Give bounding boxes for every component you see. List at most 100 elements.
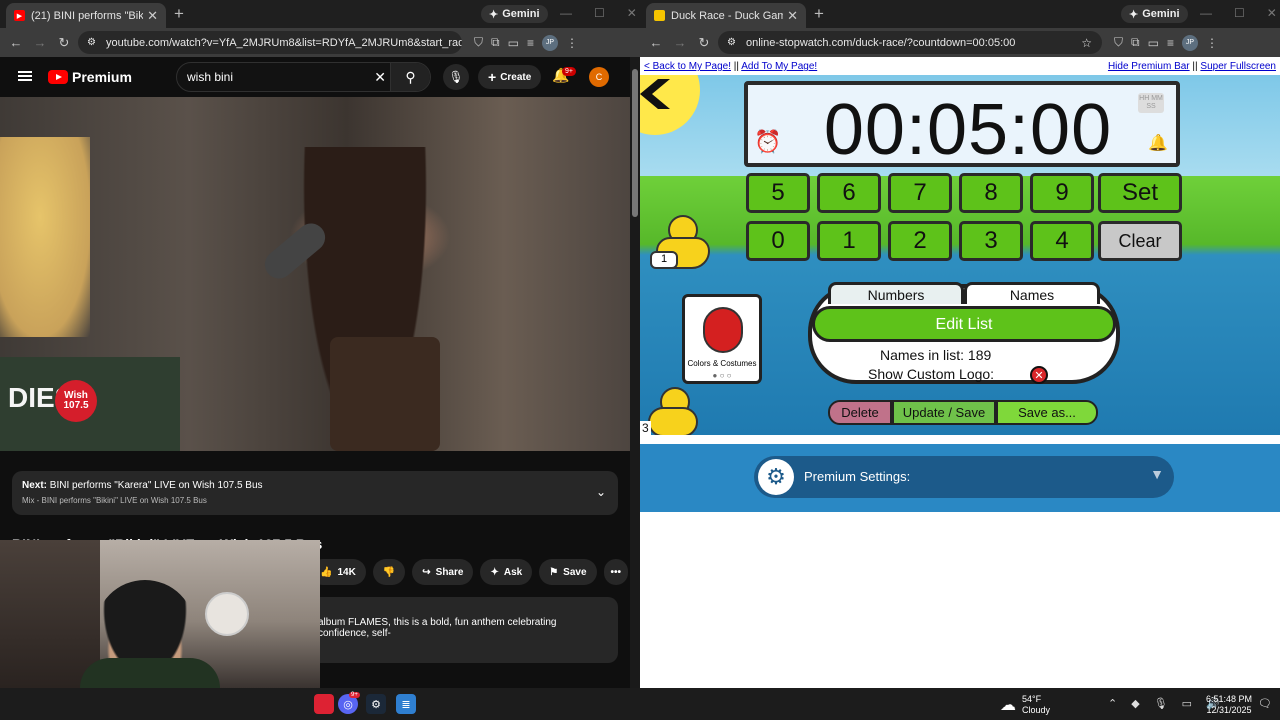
weather-widget[interactable]: ☁ 54°F Cloudy [1000, 694, 1050, 716]
more-actions-button[interactable]: ••• [603, 559, 629, 585]
more-icon[interactable]: ⋮ [566, 36, 578, 50]
alarm-clock-icon[interactable]: ⏰ [754, 129, 781, 155]
extensions-icon[interactable]: ⧉ [1131, 35, 1140, 50]
shield-icon[interactable]: ⛉ [1114, 35, 1123, 50]
clear-button[interactable]: Clear [1098, 221, 1182, 261]
up-next-bar[interactable]: Next: BINI performs "Karera" LIVE on Wis… [12, 471, 618, 515]
microphone-icon[interactable]: 🎙 [1154, 697, 1168, 710]
new-tab-icon[interactable]: + [174, 4, 184, 24]
back-to-my-page-link[interactable]: < Back to My Page! [644, 61, 731, 72]
create-button[interactable]: + Create [478, 65, 542, 89]
steam-icon[interactable]: ⚙ [366, 694, 386, 714]
network-app-icon[interactable]: ◆ [1131, 697, 1139, 710]
video-player[interactable]: DIES Wish 107.5 [0, 97, 630, 451]
close-window-icon[interactable]: ✕ [627, 6, 637, 20]
maximize-icon[interactable]: ☐ [594, 6, 605, 20]
tab-duck-race[interactable]: Duck Race - Duck Games ✕ [646, 3, 806, 28]
forward-icon[interactable]: → [668, 35, 692, 50]
youtube-logo[interactable]: Premium [48, 69, 132, 85]
account-avatar[interactable]: C [589, 67, 609, 87]
premium-settings-bar[interactable]: ⚙ Premium Settings: ▼ [754, 456, 1174, 498]
gemini-button[interactable]: ✦ Gemini [1121, 5, 1188, 23]
reload-icon[interactable]: ↻ [692, 35, 716, 51]
key-2-button[interactable]: 2 [888, 221, 952, 261]
close-window-icon[interactable]: ✕ [1267, 6, 1277, 20]
microphone-icon[interactable]: 🎙 [443, 64, 469, 90]
carousel-dots[interactable]: ● ○ ○ [685, 371, 759, 380]
hide-premium-bar-link[interactable]: Hide Premium Bar [1108, 61, 1190, 72]
tab-numbers[interactable]: Numbers [828, 282, 964, 304]
extensions-icon[interactable]: ⧉ [491, 35, 500, 50]
notepad-icon[interactable]: ≣ [396, 694, 416, 714]
save-label: Save [563, 566, 587, 578]
minimize-icon[interactable]: — [1200, 6, 1212, 20]
key-0-button[interactable]: 0 [746, 221, 810, 261]
save-button[interactable]: ⚑ Save [539, 559, 597, 585]
time-format-toggle[interactable]: HH MM SS [1138, 93, 1164, 113]
super-fullscreen-link[interactable]: Super Fullscreen [1200, 61, 1276, 72]
search-input[interactable]: wish bini ✕ ⚲ [176, 62, 431, 92]
split-view-icon[interactable]: ▭ [508, 36, 519, 50]
key-9-button[interactable]: 9 [1030, 173, 1094, 213]
gemini-button[interactable]: ✦ Gemini [481, 5, 548, 23]
custom-logo-card[interactable]: Colors & Costumes ● ○ ○ [682, 294, 762, 384]
notification-icon[interactable]: 🗨 [1258, 697, 1272, 710]
key-3-button[interactable]: 3 [959, 221, 1023, 261]
dislike-button[interactable]: 👎 [372, 559, 406, 585]
new-tab-icon[interactable]: + [814, 4, 824, 24]
set-button[interactable]: Set [1098, 173, 1182, 213]
reload-icon[interactable]: ↻ [52, 35, 76, 51]
maximize-icon[interactable]: ☐ [1234, 6, 1245, 20]
site-info-icon[interactable]: ⚙ [727, 37, 736, 48]
menu-lines-icon[interactable]: ≡ [527, 36, 534, 50]
shield-icon[interactable]: ⛉ [474, 35, 483, 50]
tab-youtube[interactable]: ▶ (21) BINI performs "Bikini" | ✕ [6, 3, 166, 28]
minimize-icon[interactable]: — [560, 6, 572, 20]
menu-lines-icon[interactable]: ≡ [1167, 36, 1174, 50]
bookmark-star-icon[interactable]: ☆ [1081, 36, 1092, 50]
search-icon[interactable]: ⚲ [390, 63, 430, 91]
edit-list-button[interactable]: Edit List [812, 306, 1116, 342]
save-as-button[interactable]: Save as... [996, 400, 1098, 425]
key-7-button[interactable]: 7 [888, 173, 952, 213]
display-icon[interactable]: ▭ [1182, 697, 1192, 710]
chevron-down-icon[interactable]: ▼ [1150, 466, 1164, 482]
premium-settings-section: ⚙ Premium Settings: ▼ [640, 444, 1280, 512]
more-icon[interactable]: ⋮ [1206, 36, 1218, 50]
key-1-button[interactable]: 1 [817, 221, 881, 261]
update-save-button[interactable]: Update / Save [892, 400, 996, 425]
profile-avatar[interactable]: JP [541, 34, 558, 51]
page-scrollbar[interactable] [630, 57, 640, 688]
scrollbar-thumb[interactable] [632, 69, 638, 217]
share-button[interactable]: ↪ Share [412, 559, 474, 585]
key-4-button[interactable]: 4 [1030, 221, 1094, 261]
close-logo-icon[interactable]: ✕ [1030, 366, 1048, 384]
tab-names[interactable]: Names [964, 282, 1100, 304]
split-view-icon[interactable]: ▭ [1148, 36, 1159, 50]
chevron-up-icon[interactable]: ⌃ [1108, 697, 1117, 710]
forward-icon[interactable]: → [28, 35, 52, 50]
clear-search-icon[interactable]: ✕ [374, 69, 386, 86]
close-tab-icon[interactable]: ✕ [147, 8, 158, 24]
back-icon[interactable]: ← [4, 35, 28, 50]
site-info-icon[interactable]: ⚙ [87, 37, 96, 48]
share-label: Share [435, 566, 464, 578]
close-tab-icon[interactable]: ✕ [787, 8, 798, 24]
back-icon[interactable]: ← [644, 35, 668, 50]
key-5-button[interactable]: 5 [746, 173, 810, 213]
video-description[interactable]: album FLAMES, this is a bold, fun anthem… [310, 597, 618, 663]
sound-icon[interactable]: 🔔 [1148, 133, 1168, 153]
wish-logo: Wish 107.5 [55, 380, 97, 422]
clock[interactable]: 6:51:48 PM 12/31/2025 [1206, 694, 1252, 716]
ask-button[interactable]: ✦ Ask [480, 559, 533, 585]
chevron-down-icon[interactable]: ⌄ [596, 485, 606, 499]
address-bar[interactable]: ⚙ online-stopwatch.com/duck-race/?countd… [718, 31, 1102, 54]
add-to-my-page-link[interactable]: Add To My Page! [741, 61, 817, 72]
hamburger-menu-icon[interactable] [18, 71, 32, 81]
delete-button[interactable]: Delete [828, 400, 892, 425]
app-icon[interactable] [314, 694, 334, 714]
key-8-button[interactable]: 8 [959, 173, 1023, 213]
key-6-button[interactable]: 6 [817, 173, 881, 213]
address-bar[interactable]: ⚙ youtube.com/watch?v=YfA_2MJRUm8&list=R… [78, 31, 462, 54]
profile-avatar[interactable]: JP [1181, 34, 1198, 51]
